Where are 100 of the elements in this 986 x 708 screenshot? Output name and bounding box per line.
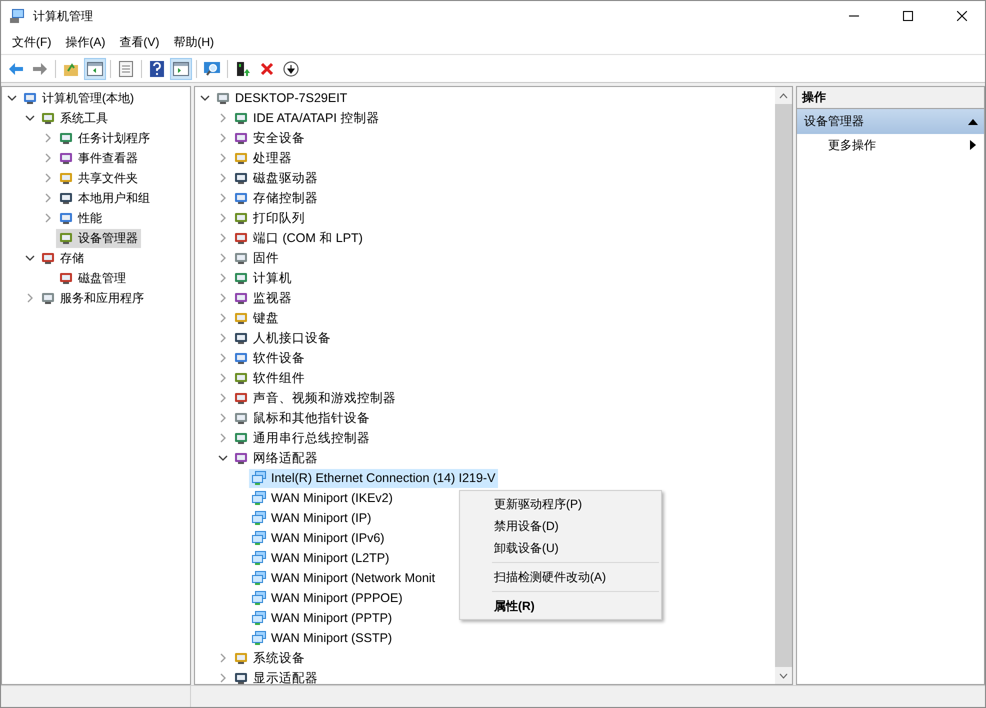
- tree-item[interactable]: 事件查看器: [56, 148, 141, 168]
- menu-item[interactable]: 文件(F): [5, 32, 58, 54]
- tree-item[interactable]: 任务计划程序: [56, 128, 153, 148]
- tree-item[interactable]: Intel(R) Ethernet Connection (14) I219-V: [249, 468, 498, 488]
- collapse-chevron-icon[interactable]: [25, 293, 35, 303]
- menu-item[interactable]: 帮助(H): [166, 32, 221, 54]
- collapse-chevron-icon[interactable]: [218, 433, 228, 443]
- context-menu-item[interactable]: 扫描检测硬件改动(A): [460, 566, 661, 588]
- menu-item[interactable]: 操作(A): [58, 32, 112, 54]
- collapse-chevron-icon[interactable]: [218, 213, 228, 223]
- tree-item[interactable]: 系统设备: [231, 648, 308, 668]
- collapse-chevron-icon[interactable]: [218, 673, 228, 683]
- close-icon: [957, 11, 967, 21]
- collapse-chevron-icon[interactable]: [218, 233, 228, 243]
- context-menu-item[interactable]: 属性(R): [460, 595, 661, 617]
- collapse-chevron-icon[interactable]: [43, 173, 53, 183]
- tree-item[interactable]: 存储控制器: [231, 188, 321, 208]
- collapse-chevron-icon[interactable]: [43, 193, 53, 203]
- collapse-chevron-icon[interactable]: [218, 153, 228, 163]
- collapse-chevron-icon[interactable]: [218, 293, 228, 303]
- tree-item[interactable]: 磁盘管理: [56, 268, 129, 288]
- device-enable-icon: [236, 60, 250, 76]
- tree-item[interactable]: 打印队列: [231, 208, 308, 228]
- action-item[interactable]: 更多操作: [797, 134, 984, 156]
- tree-item[interactable]: WAN Miniport (PPPOE): [249, 588, 406, 608]
- collapse-chevron-icon[interactable]: [218, 413, 228, 423]
- collapse-chevron-icon[interactable]: [218, 313, 228, 323]
- vertical-scrollbar[interactable]: [775, 87, 792, 684]
- device-icon: [233, 450, 249, 466]
- collapse-chevron-icon[interactable]: [218, 253, 228, 263]
- tree-item[interactable]: WAN Miniport (IKEv2): [249, 488, 396, 508]
- collapse-chevron-icon[interactable]: [218, 193, 228, 203]
- tree-item[interactable]: 鼠标和其他指针设备: [231, 408, 373, 428]
- tree-item[interactable]: 计算机: [231, 268, 295, 288]
- expand-chevron-icon[interactable]: [7, 93, 17, 103]
- tree-item[interactable]: 磁盘驱动器: [231, 168, 321, 188]
- tree-item[interactable]: 监视器: [231, 288, 295, 308]
- tree-item[interactable]: WAN Miniport (PPTP): [249, 608, 396, 628]
- tree-item[interactable]: 服务和应用程序: [38, 288, 147, 308]
- tree-item[interactable]: WAN Miniport (L2TP): [249, 548, 392, 568]
- device-icon: [233, 410, 249, 426]
- tree-item[interactable]: 显示适配器: [231, 668, 321, 684]
- device-icon: [58, 130, 74, 146]
- tree-item[interactable]: 设备管理器: [56, 228, 141, 248]
- network-adapter-icon: [251, 610, 267, 626]
- menu-item[interactable]: 查看(V): [112, 32, 166, 54]
- tree-item[interactable]: IDE ATA/ATAPI 控制器: [231, 108, 382, 128]
- scroll-down-icon[interactable]: [779, 672, 788, 678]
- tree-item[interactable]: 共享文件夹: [56, 168, 141, 188]
- collapse-chevron-icon[interactable]: [218, 333, 228, 343]
- tree-item[interactable]: 处理器: [231, 148, 295, 168]
- tree-item[interactable]: WAN Miniport (Network Monit: [249, 568, 438, 588]
- expand-chevron-icon[interactable]: [25, 253, 35, 263]
- tree-item[interactable]: 通用串行总线控制器: [231, 428, 373, 448]
- collapse-chevron-icon[interactable]: [43, 213, 53, 223]
- tree-item[interactable]: 固件: [231, 248, 282, 268]
- tree-item[interactable]: 存储: [38, 248, 87, 268]
- tree-item[interactable]: 键盘: [231, 308, 282, 328]
- device-icon: [233, 150, 249, 166]
- collapse-chevron-icon[interactable]: [43, 133, 53, 143]
- scroll-up-icon[interactable]: [779, 92, 788, 98]
- collapse-chevron-icon[interactable]: [218, 373, 228, 383]
- tree-item[interactable]: WAN Miniport (IP): [249, 508, 374, 528]
- tree-item[interactable]: 人机接口设备: [231, 328, 334, 348]
- network-adapter-icon: [251, 570, 267, 586]
- collapse-chevron-icon[interactable]: [218, 113, 228, 123]
- collapse-chevron-icon[interactable]: [43, 153, 53, 163]
- tree-item[interactable]: WAN Miniport (IPv6): [249, 528, 388, 548]
- collapse-chevron-icon[interactable]: [218, 273, 228, 283]
- tree-item[interactable]: 端口 (COM 和 LPT): [231, 228, 366, 248]
- tree-item[interactable]: 本地用户和组: [56, 188, 153, 208]
- tree-item[interactable]: 软件组件: [231, 368, 308, 388]
- collapse-chevron-icon[interactable]: [218, 393, 228, 403]
- expand-chevron-icon[interactable]: [218, 453, 228, 463]
- device-icon: [233, 310, 249, 326]
- device-icon: [233, 270, 249, 286]
- collapse-chevron-icon[interactable]: [218, 353, 228, 363]
- collapse-chevron-icon[interactable]: [218, 133, 228, 143]
- context-menu-item[interactable]: 禁用设备(D): [460, 515, 661, 537]
- expand-chevron-icon[interactable]: [200, 93, 210, 103]
- expand-chevron-icon[interactable]: [25, 113, 35, 123]
- tree-item[interactable]: 安全设备: [231, 128, 308, 148]
- tree-item[interactable]: DESKTOP-7S29EIT: [213, 88, 350, 108]
- tree-item[interactable]: WAN Miniport (SSTP): [249, 628, 396, 648]
- tree-item[interactable]: 性能: [56, 208, 105, 228]
- context-menu-item[interactable]: 卸载设备(U): [460, 537, 661, 559]
- collapse-chevron-icon[interactable]: [218, 653, 228, 663]
- actions-section-header[interactable]: 设备管理器: [797, 109, 984, 134]
- device-icon: [233, 430, 249, 446]
- collapse-chevron-icon[interactable]: [218, 173, 228, 183]
- tree-item[interactable]: 系统工具: [38, 108, 111, 128]
- context-menu-item[interactable]: 更新驱动程序(P): [460, 493, 661, 515]
- tree-item[interactable]: 软件设备: [231, 348, 308, 368]
- network-adapter-icon: [251, 530, 267, 546]
- device-icon: [58, 150, 74, 166]
- device-icon: [40, 290, 56, 306]
- tree-item[interactable]: 网络适配器: [231, 448, 321, 468]
- tree-item[interactable]: 声音、视频和游戏控制器: [231, 388, 399, 408]
- device-icon: [40, 250, 56, 266]
- tree-item[interactable]: 计算机管理(本地): [20, 88, 137, 108]
